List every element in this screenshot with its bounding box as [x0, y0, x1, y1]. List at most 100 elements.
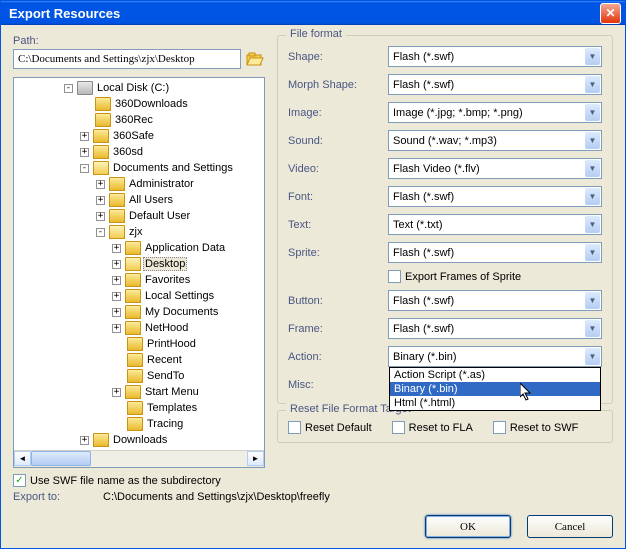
tree-label: Application Data — [143, 242, 227, 254]
tree-node[interactable]: Tracing — [16, 416, 262, 432]
chevron-down-icon: ▼ — [585, 188, 600, 205]
tree-hscrollbar[interactable]: ◄ ► — [14, 450, 264, 467]
tree-node[interactable]: + Local Settings — [16, 288, 262, 304]
tree-label: SendTo — [145, 370, 186, 382]
chevron-down-icon: ▼ — [585, 292, 600, 309]
frame-select[interactable]: Flash (*.swf) ▼ — [388, 318, 602, 339]
subdir-checkbox[interactable]: ✓ — [13, 474, 26, 487]
tree-node[interactable]: + Start Menu — [16, 384, 262, 400]
expand-icon[interactable]: + — [96, 212, 105, 221]
tree-node[interactable]: Recent — [16, 352, 262, 368]
shape-label: Shape: — [288, 51, 388, 63]
tree-node[interactable]: +Default User — [16, 208, 262, 224]
expand-icon[interactable]: + — [96, 180, 105, 189]
tree-node[interactable]: - Documents and Settings — [16, 160, 262, 176]
folder-icon — [93, 145, 109, 159]
folder-icon — [95, 113, 111, 127]
collapse-icon[interactable]: - — [64, 84, 73, 93]
expand-icon[interactable]: + — [112, 260, 121, 269]
misc-label: Misc: — [288, 379, 388, 391]
export-frames-checkbox[interactable] — [388, 270, 401, 283]
folder-tree[interactable]: - Local Disk (C:) 360Downloads360Rec+360Sa… — [13, 77, 265, 468]
tree-node[interactable]: +Downloads — [16, 432, 262, 448]
tree-node[interactable]: + All Users — [16, 192, 262, 208]
tree-node[interactable]: +360sd — [16, 144, 262, 160]
scroll-left-button[interactable]: ◄ — [14, 451, 31, 466]
open-folder-icon[interactable] — [245, 49, 265, 69]
font-select[interactable]: Flash (*.swf) ▼ — [388, 186, 602, 207]
scroll-right-button[interactable]: ► — [247, 451, 264, 466]
path-input[interactable] — [13, 49, 241, 69]
expand-icon[interactable]: + — [112, 388, 121, 397]
titlebar: Export Resources ✕ — [1, 1, 625, 25]
tree-node[interactable]: + Application Data — [16, 240, 262, 256]
tree-node[interactable]: 360Rec — [16, 112, 262, 128]
tree-node[interactable]: SendTo — [16, 368, 262, 384]
reset-default-label: Reset Default — [305, 422, 372, 434]
expand-icon[interactable]: + — [80, 132, 89, 141]
tree-node[interactable]: 360Downloads — [16, 96, 262, 112]
collapse-icon[interactable]: - — [96, 228, 105, 237]
chevron-down-icon: ▼ — [585, 132, 600, 149]
chevron-down-icon: ▼ — [585, 348, 600, 365]
action-option[interactable]: Binary (*.bin) — [390, 382, 600, 396]
reset-default-checkbox[interactable] — [288, 421, 301, 434]
action-option[interactable]: Action Script (*.as) — [390, 368, 600, 382]
shape-select[interactable]: Flash (*.swf)▼ — [388, 46, 602, 67]
tree-label: Local Disk (C:) — [95, 82, 171, 94]
tree-node[interactable]: +Desktop — [16, 256, 262, 272]
expand-icon[interactable]: + — [80, 436, 89, 445]
action-option[interactable]: Html (*.html) — [390, 396, 600, 410]
frame-value: Flash (*.swf) — [393, 323, 454, 335]
action-select[interactable]: Binary (*.bin) ▼ Action Script (*.as)Bin… — [388, 346, 602, 367]
image-select[interactable]: Image (*.jpg; *.bmp; *.png)▼ — [388, 102, 602, 123]
font-value: Flash (*.swf) — [393, 191, 454, 203]
cancel-button[interactable]: Cancel — [527, 515, 613, 538]
export-to-value: C:\Documents and Settings\zjx\Desktop\fr… — [103, 491, 330, 503]
expand-icon[interactable]: + — [96, 196, 105, 205]
chevron-down-icon: ▼ — [585, 320, 600, 337]
tree-node[interactable]: - zjx — [16, 224, 262, 240]
expand-icon[interactable]: + — [112, 276, 121, 285]
tree-node[interactable]: +360Safe — [16, 128, 262, 144]
video-select[interactable]: Flash Video (*.flv)▼ — [388, 158, 602, 179]
morph-label: Morph Shape: — [288, 79, 388, 91]
tree-node[interactable]: +NetHood — [16, 320, 262, 336]
expand-icon[interactable]: + — [112, 244, 121, 253]
collapse-icon[interactable]: - — [80, 164, 89, 173]
tree-label: Local Settings — [143, 290, 216, 302]
button-label: Button: — [288, 295, 388, 307]
tree-label: My Documents — [143, 306, 220, 318]
tree-label: Documents and Settings — [111, 162, 235, 174]
folder-icon — [127, 353, 143, 367]
sound-select[interactable]: Sound (*.wav; *.mp3)▼ — [388, 130, 602, 151]
close-button[interactable]: ✕ — [600, 3, 621, 24]
tree-node[interactable]: PrintHood — [16, 336, 262, 352]
tree-node[interactable]: +Favorites — [16, 272, 262, 288]
action-label: Action: — [288, 351, 388, 363]
tree-node[interactable]: - Local Disk (C:) — [16, 80, 262, 96]
expand-icon[interactable]: + — [112, 324, 121, 333]
text-select[interactable]: Text (*.txt)▼ — [388, 214, 602, 235]
tree-node[interactable]: Templates — [16, 400, 262, 416]
tree-node[interactable]: + My Documents — [16, 304, 262, 320]
folder-icon — [127, 401, 143, 415]
chevron-down-icon: ▼ — [585, 76, 600, 93]
scroll-thumb[interactable] — [31, 451, 91, 466]
sprite-select[interactable]: Flash (*.swf)▼ — [388, 242, 602, 263]
tree-label: zjx — [127, 226, 144, 238]
folder-icon — [127, 369, 143, 383]
button-select[interactable]: Flash (*.swf) ▼ — [388, 290, 602, 311]
tree-label: Administrator — [127, 178, 196, 190]
ok-button[interactable]: OK — [425, 515, 511, 538]
reset-swf-checkbox[interactable] — [493, 421, 506, 434]
reset-fla-checkbox[interactable] — [392, 421, 405, 434]
tree-node[interactable]: + Administrator — [16, 176, 262, 192]
morph-select[interactable]: Flash (*.swf)▼ — [388, 74, 602, 95]
expand-icon[interactable]: + — [112, 292, 121, 301]
expand-icon[interactable]: + — [80, 148, 89, 157]
button-value: Flash (*.swf) — [393, 295, 454, 307]
expand-icon[interactable]: + — [112, 308, 121, 317]
tree-label: All Users — [127, 194, 175, 206]
tree-label: Start Menu — [143, 386, 201, 398]
